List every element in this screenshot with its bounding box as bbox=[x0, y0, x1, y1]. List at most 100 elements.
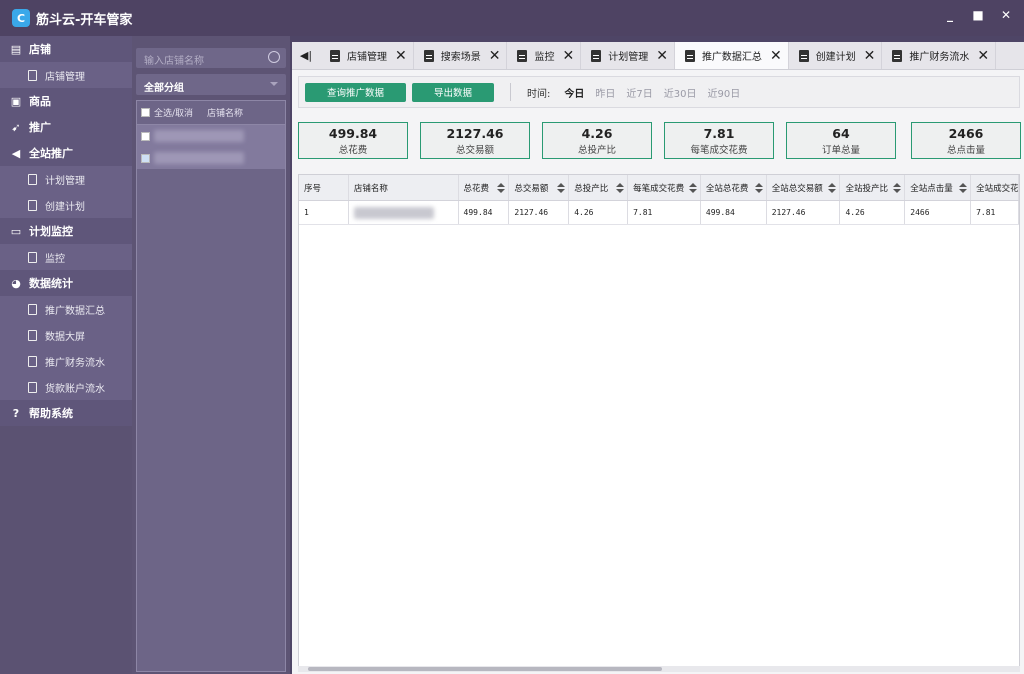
stats-cards: 499.84 总花费 2127.46 总交易额 4.26 总投产比 7.81 每笔成交花… bbox=[298, 122, 1024, 162]
close-icon[interactable]: ✕ bbox=[489, 48, 501, 64]
col-header-text: 全站投产比 bbox=[845, 183, 888, 194]
col-header-site-spend[interactable]: 全站总花费 bbox=[701, 175, 767, 200]
close-icon[interactable]: ✕ bbox=[656, 48, 668, 64]
col-header-shop-name[interactable]: 店铺名称 bbox=[349, 175, 459, 200]
close-icon[interactable]: ✕ bbox=[562, 48, 574, 64]
col-header-total-spend[interactable]: 总花费 bbox=[459, 175, 510, 200]
shop-row[interactable] bbox=[137, 125, 285, 147]
sort-icon[interactable] bbox=[754, 183, 763, 193]
maximize-button[interactable]: ■ bbox=[970, 8, 986, 22]
document-icon bbox=[798, 49, 809, 62]
tab-promo-finance[interactable]: 推广财务流水 ✕ bbox=[882, 42, 997, 69]
stat-total-gmv: 2127.46 总交易额 bbox=[420, 122, 530, 159]
minimize-button[interactable]: _ bbox=[942, 8, 958, 22]
store-icon: ▤ bbox=[10, 42, 22, 56]
time-option-7d[interactable]: 近7日 bbox=[626, 85, 652, 100]
close-icon[interactable]: ✕ bbox=[395, 48, 407, 64]
sidebar-item-data-screen[interactable]: 数据大屏 bbox=[0, 322, 132, 348]
col-header-site-clicks[interactable]: 全站点击量 bbox=[905, 175, 972, 200]
time-option-yesterday[interactable]: 昨日 bbox=[595, 85, 615, 100]
search-icon[interactable] bbox=[268, 51, 280, 63]
tab-plan-manage[interactable]: 计划管理 ✕ bbox=[581, 42, 675, 69]
col-header-cost-per-order[interactable]: 每笔成交花费 bbox=[628, 175, 701, 200]
bookmark-icon bbox=[28, 355, 37, 367]
sort-icon[interactable] bbox=[893, 183, 902, 193]
sidebar-group-site-promo[interactable]: ◀ 全站推广 bbox=[0, 140, 132, 166]
shop-search-input[interactable]: 输入店铺名称 bbox=[136, 48, 286, 68]
sort-icon[interactable] bbox=[959, 183, 968, 193]
time-option-90d[interactable]: 近90日 bbox=[708, 85, 741, 100]
close-icon[interactable]: ✕ bbox=[770, 48, 782, 64]
close-icon[interactable]: ✕ bbox=[977, 48, 989, 64]
sort-icon[interactable] bbox=[616, 183, 625, 193]
tab-store-manage[interactable]: 店铺管理 ✕ bbox=[320, 42, 414, 69]
window-controls: _ ■ ✕ bbox=[942, 8, 1014, 22]
col-header-text: 全站总花费 bbox=[705, 183, 749, 194]
tab-label: 创建计划 bbox=[815, 52, 856, 63]
col-header-text: 总花费 bbox=[463, 183, 490, 194]
shop-checkbox[interactable] bbox=[141, 153, 150, 163]
tab-create-plan[interactable]: 创建计划 ✕ bbox=[789, 42, 883, 69]
horizontal-scrollbar[interactable] bbox=[298, 666, 1020, 672]
sidebar-item-payment-account[interactable]: 货款账户流水 bbox=[0, 374, 132, 400]
shop-list-header: 全选/取消 店铺名称 bbox=[137, 101, 285, 125]
table-row[interactable]: 1 499.84 2127.46 4.26 7.81 499.84 2127.4… bbox=[299, 201, 1019, 225]
bag-icon: ▣ bbox=[10, 94, 22, 108]
sidebar-group-goods[interactable]: ▣ 商品 bbox=[0, 88, 132, 114]
sort-icon[interactable] bbox=[828, 183, 837, 193]
col-header-site-roi[interactable]: 全站投产比 bbox=[840, 175, 906, 200]
select-all-label[interactable]: 全选/取消 bbox=[154, 106, 193, 119]
sidebar-group-plan-monitor[interactable]: ▭ 计划监控 bbox=[0, 218, 132, 244]
stat-order-count: 64 订单总量 bbox=[786, 122, 896, 159]
stat-total-clicks: 2466 总点击量 bbox=[911, 122, 1021, 159]
sidebar-item-monitor[interactable]: 监控 bbox=[0, 244, 132, 270]
group-select[interactable]: 全部分组 bbox=[136, 74, 286, 95]
col-header-site-gmv[interactable]: 全站总交易额 bbox=[767, 175, 841, 200]
sidebar-group-label: 推广 bbox=[29, 121, 51, 134]
cell-cost-per-order: 7.81 bbox=[628, 201, 701, 224]
close-window-button[interactable]: ✕ bbox=[998, 8, 1014, 22]
sidebar-item-label: 计划管理 bbox=[45, 175, 85, 187]
sort-icon[interactable] bbox=[688, 183, 697, 193]
close-icon[interactable]: ✕ bbox=[864, 48, 876, 64]
shop-row[interactable] bbox=[137, 147, 285, 169]
col-header-site-cost-per-order[interactable]: 全站成交花 bbox=[971, 175, 1019, 200]
sort-icon[interactable] bbox=[497, 183, 506, 193]
col-header-total-roi[interactable]: 总投产比 bbox=[569, 175, 629, 200]
sidebar-group-label: 店铺 bbox=[29, 43, 51, 56]
search-placeholder: 输入店铺名称 bbox=[144, 56, 204, 67]
time-option-30d[interactable]: 近30日 bbox=[664, 85, 697, 100]
query-promo-data-button[interactable]: 查询推广数据 bbox=[305, 82, 407, 102]
sidebar-group-promo[interactable]: ➹ 推广 bbox=[0, 114, 132, 140]
sort-icon[interactable] bbox=[557, 183, 566, 193]
tab-scroll-left-icon[interactable]: ◀| bbox=[292, 42, 320, 69]
cell-shop-name bbox=[349, 201, 459, 224]
sidebar-group-help[interactable]: ? 帮助系统 bbox=[0, 400, 132, 426]
sidebar-item-store-manage[interactable]: 店铺管理 bbox=[0, 62, 132, 88]
sidebar-group-store[interactable]: ▤ 店铺 bbox=[0, 36, 132, 62]
tab-monitor[interactable]: 监控 ✕ bbox=[507, 42, 582, 69]
stat-value: 2466 bbox=[948, 126, 984, 141]
sidebar-item-plan-manage[interactable]: 计划管理 bbox=[0, 166, 132, 192]
tab-bar: ◀| 店铺管理 ✕ 搜索场景 ✕ 监控 ✕ 计划管理 ✕ 推广数据汇总 ✕ 创建计划 ✕ 推… bbox=[292, 42, 1024, 70]
sidebar-item-promo-finance[interactable]: 推广财务流水 bbox=[0, 348, 132, 374]
tab-promo-summary[interactable]: 推广数据汇总 ✕ bbox=[674, 42, 789, 69]
shop-checkbox[interactable] bbox=[141, 131, 150, 141]
time-label: 时间: bbox=[527, 88, 551, 100]
shop-name-redacted bbox=[154, 152, 244, 164]
cell-site-roi: 4.26 bbox=[840, 201, 906, 224]
sidebar-item-promo-summary[interactable]: 推广数据汇总 bbox=[0, 296, 132, 322]
time-option-today[interactable]: 今日 bbox=[564, 85, 584, 100]
scrollbar-thumb[interactable] bbox=[308, 667, 662, 671]
sidebar-item-label: 创建计划 bbox=[45, 201, 85, 213]
tab-search-scene[interactable]: 搜索场景 ✕ bbox=[414, 42, 508, 69]
sidebar-item-create-plan[interactable]: 创建计划 bbox=[0, 192, 132, 218]
select-all-checkbox[interactable] bbox=[141, 108, 150, 117]
export-data-button[interactable]: 导出数据 bbox=[412, 82, 495, 102]
col-header-index[interactable]: 序号 bbox=[299, 175, 349, 200]
stat-cost-per-order: 7.81 每笔成交花费 bbox=[664, 122, 774, 159]
col-header-total-gmv[interactable]: 总交易额 bbox=[509, 175, 570, 200]
shop-list: 全选/取消 店铺名称 bbox=[136, 100, 286, 672]
sidebar-group-stats[interactable]: ◕ 数据统计 bbox=[0, 270, 132, 296]
stat-label: 总花费 bbox=[338, 145, 368, 156]
